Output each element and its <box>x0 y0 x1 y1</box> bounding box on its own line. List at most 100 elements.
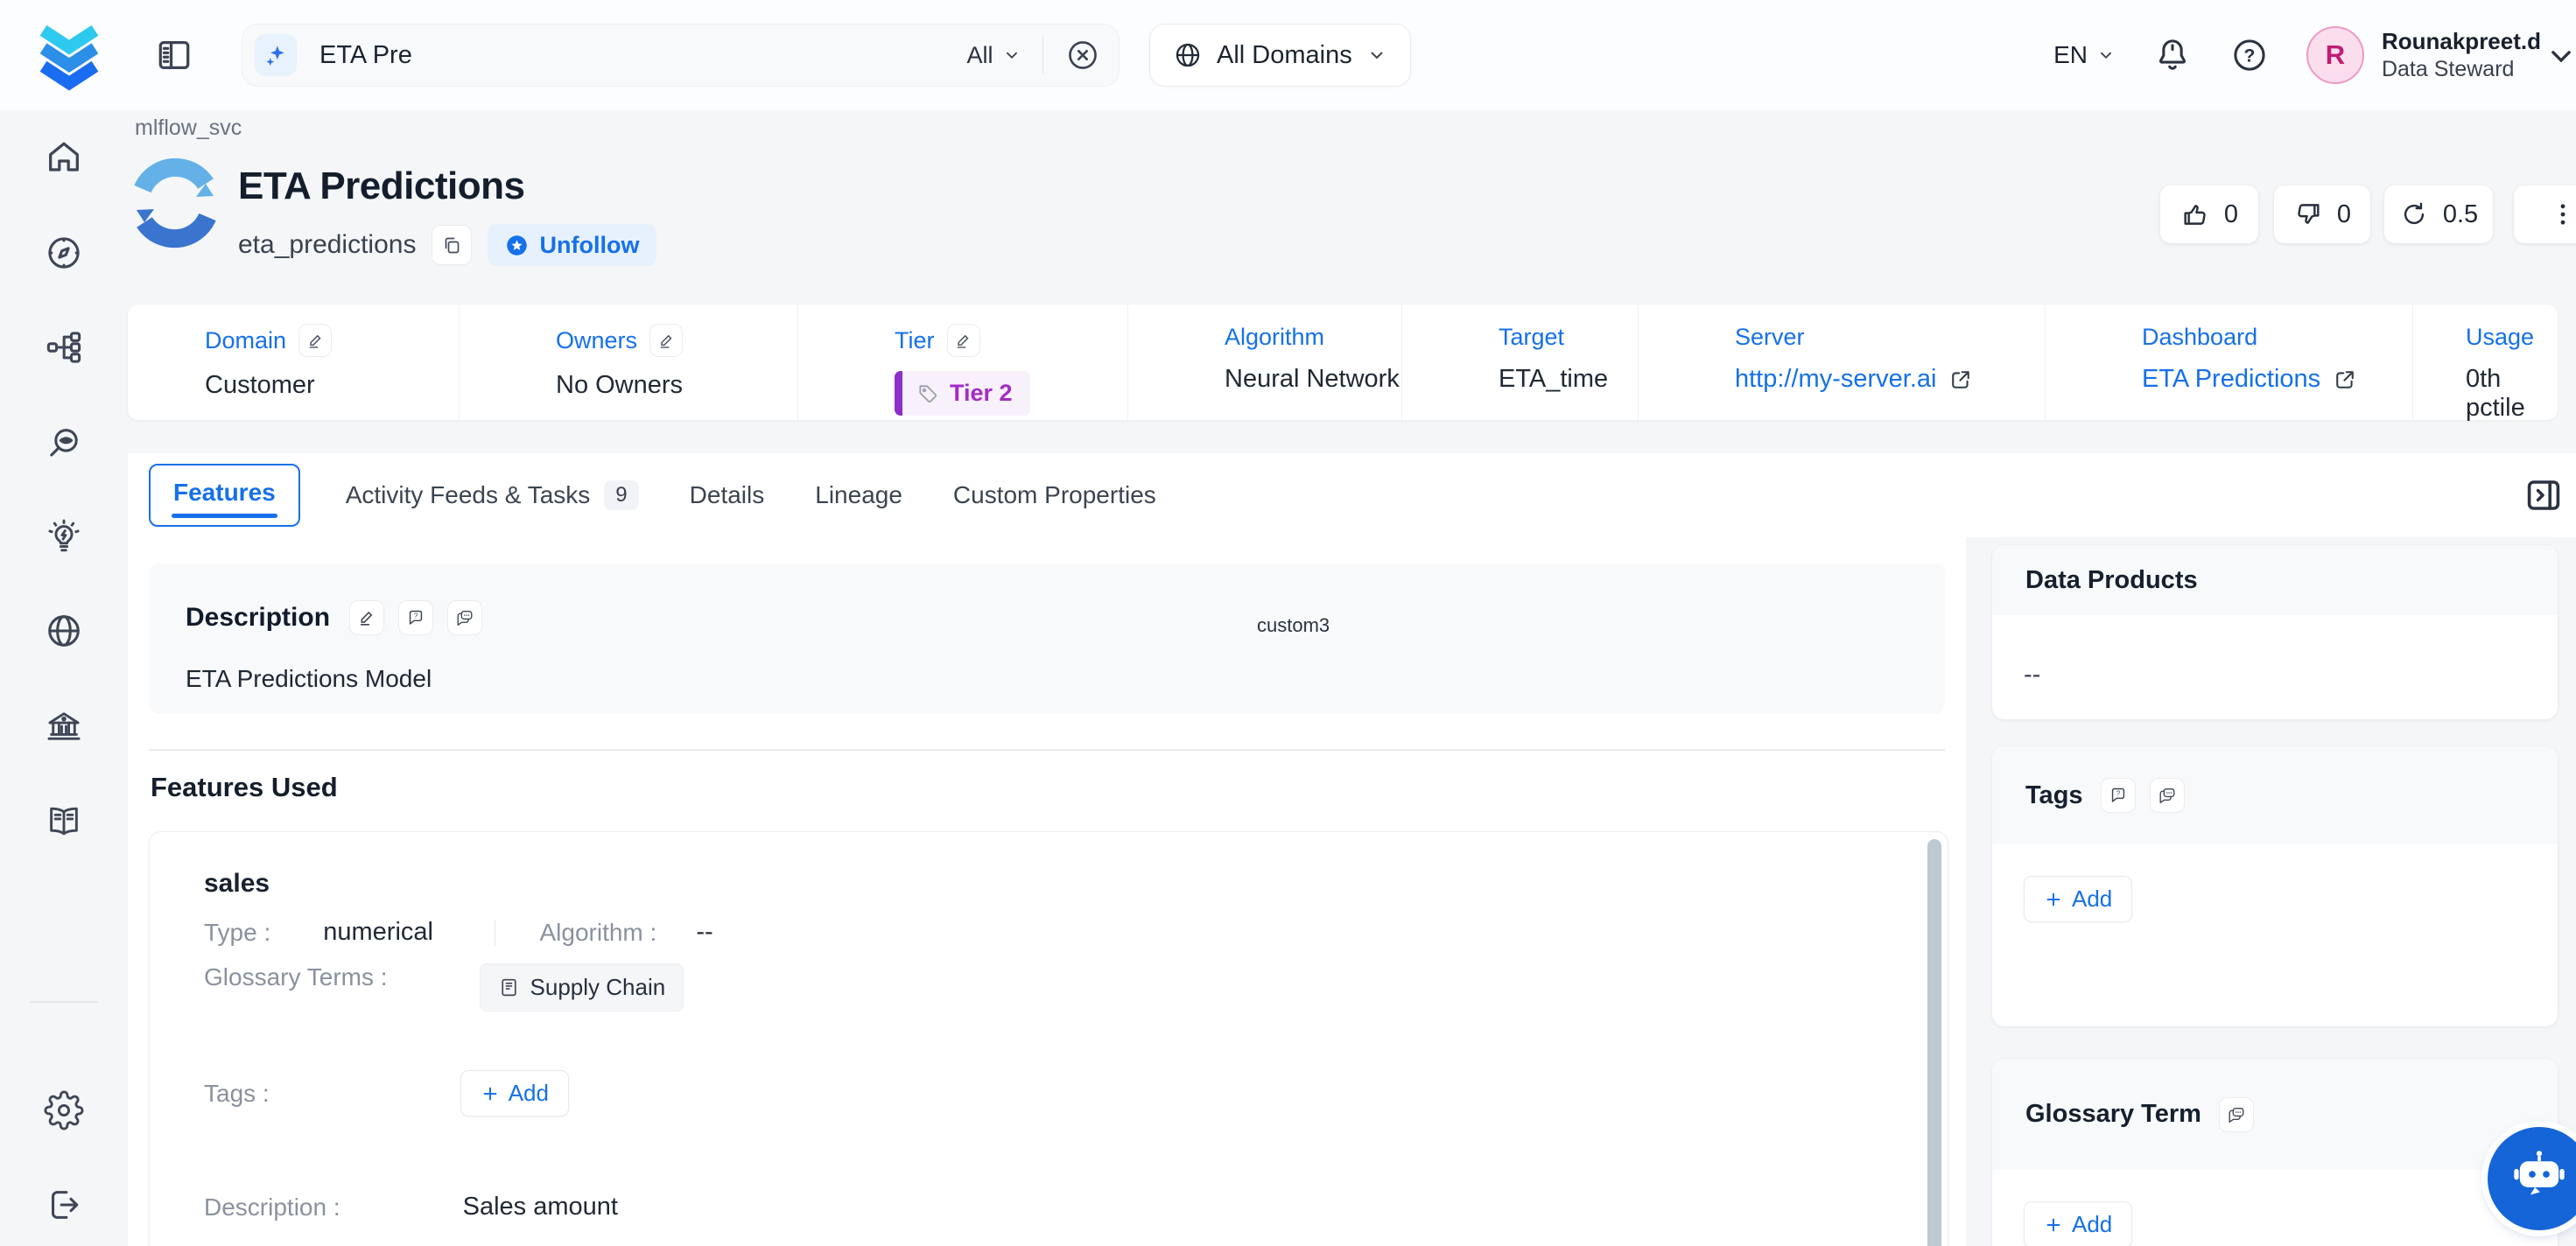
tag-icon <box>916 382 939 405</box>
domain-label: Domain <box>205 327 286 354</box>
edit-domain-button[interactable] <box>298 324 332 357</box>
breadcrumb[interactable]: mlflow_svc <box>135 116 242 141</box>
search-input[interactable] <box>319 41 966 70</box>
user-menu-chevron-icon[interactable] <box>2544 38 2576 74</box>
upvote-count: 0 <box>2224 200 2238 229</box>
sidebar-observability-icon[interactable] <box>44 424 84 464</box>
notifications-bell-icon[interactable] <box>2152 35 2193 75</box>
tags-conversations-icon[interactable] <box>2150 778 2185 813</box>
plus-icon <box>2044 1215 2063 1235</box>
metadata-owners: Owners No Owners <box>459 304 797 423</box>
metadata-server: Server http://my-server.ai <box>1638 304 2045 423</box>
search-scope-dropdown[interactable]: All <box>966 42 1021 69</box>
clear-search-icon[interactable] <box>1064 37 1101 74</box>
domain-value[interactable]: Customer <box>205 371 459 400</box>
ai-sparkle-icon[interactable] <box>255 34 297 76</box>
metadata-target: Target ETA_time <box>1401 304 1638 423</box>
external-link-icon <box>1948 368 1973 392</box>
unfollow-button[interactable]: Unfollow <box>488 224 656 266</box>
feature-algorithm-value: -- <box>696 918 712 947</box>
header-right-group: EN ? R Rounakpreet.d Data Steward <box>2053 26 2576 84</box>
target-value: ETA_time <box>1499 365 1638 394</box>
tab-details-label: Details <box>690 481 765 509</box>
feature-tags-row: Tags : Add <box>204 1070 569 1116</box>
sidebar-domains-icon[interactable] <box>44 611 84 651</box>
language-selector[interactable]: EN <box>2053 41 2116 69</box>
server-link[interactable]: http://my-server.ai <box>1735 365 1936 394</box>
tab-features[interactable]: Features <box>149 464 300 527</box>
sidebar-insights-icon[interactable] <box>44 518 84 558</box>
custom-property-floating-text: custom3 <box>1257 614 1330 637</box>
tab-custom-properties[interactable]: Custom Properties <box>953 481 1156 509</box>
version-history-button[interactable]: 0.5 <box>2384 186 2493 243</box>
sidebar-toggle-icon[interactable] <box>154 35 194 75</box>
sidebar-glossary-icon[interactable] <box>44 802 84 842</box>
tab-features-label: Features <box>173 479 276 507</box>
tab-custom-properties-label: Custom Properties <box>953 481 1156 509</box>
feature-card-sales: sales Type : numerical Algorithm : -- Gl… <box>149 831 1948 1246</box>
upvote-button[interactable]: 0 <box>2160 186 2258 243</box>
entity-name: eta_predictions <box>238 230 416 260</box>
request-tags-icon[interactable]: ? <box>2101 778 2136 813</box>
tab-details[interactable]: Details <box>690 481 765 509</box>
help-icon[interactable]: ? <box>2229 35 2270 75</box>
sidebar-settings-icon[interactable] <box>44 1090 84 1130</box>
avatar[interactable]: R <box>2306 26 2364 84</box>
svg-text:?: ? <box>2244 46 2256 66</box>
metadata-algorithm: Algorithm Neural Network <box>1127 304 1401 423</box>
domain-filter-dropdown[interactable]: All Domains <box>1149 24 1411 87</box>
request-description-icon[interactable]: ? <box>398 600 433 635</box>
dashboard-link[interactable]: ETA Predictions <box>2142 365 2320 394</box>
server-label: Server <box>1735 324 1805 351</box>
user-menu[interactable]: R Rounakpreet.d Data Steward <box>2306 26 2541 84</box>
main-content: mlflow_svc ETA Predictions eta_predictio… <box>128 110 2576 1246</box>
top-header: All All Domains EN ? <box>0 0 2576 110</box>
description-title: Description <box>186 603 330 633</box>
version-number: 0.5 <box>2443 200 2478 229</box>
dashboard-label: Dashboard <box>2142 324 2257 351</box>
tags-title: Tags <box>2025 781 2083 810</box>
sidebar-data-assets-icon[interactable] <box>44 327 84 368</box>
usage-value: 0th pctile <box>2466 365 2558 423</box>
chevron-down-icon <box>1002 46 1021 65</box>
glossary-terms-label: Glossary Terms : <box>204 963 388 991</box>
sidebar-home-icon[interactable] <box>44 136 84 177</box>
type-value: numerical <box>323 918 433 947</box>
feature-list-scrollbar[interactable] <box>1927 839 1941 1246</box>
edit-description-button[interactable] <box>349 600 384 635</box>
algorithm-label: Algorithm <box>1225 324 1324 351</box>
edit-owners-button[interactable] <box>649 324 683 357</box>
glossary-chip-label: Supply Chain <box>530 974 666 1001</box>
add-feature-tag-button[interactable]: Add <box>460 1070 569 1116</box>
add-tag-button[interactable]: Add <box>2024 876 2132 922</box>
more-actions-button[interactable] <box>2514 186 2576 243</box>
sidebar-govern-icon[interactable] <box>44 707 84 747</box>
tab-lineage[interactable]: Lineage <box>815 481 902 509</box>
global-search-bar[interactable]: All <box>242 24 1120 87</box>
edit-tier-button[interactable] <box>947 324 980 357</box>
entity-tabs: Features Activity Feeds & Tasks 9 Detail… <box>128 453 2576 537</box>
downvote-button[interactable]: 0 <box>2274 186 2370 243</box>
sidebar-logout-icon[interactable] <box>44 1185 84 1225</box>
tab-activity-feeds[interactable]: Activity Feeds & Tasks 9 <box>346 480 639 510</box>
collapse-right-panel-icon[interactable] <box>2523 474 2565 516</box>
plus-icon <box>481 1084 500 1103</box>
search-scope-label: All <box>966 42 993 69</box>
tier-badge[interactable]: Tier 2 <box>895 371 1030 416</box>
sidebar-explore-icon[interactable] <box>44 233 84 273</box>
copy-name-button[interactable] <box>432 225 472 265</box>
entity-metadata-card: Domain Customer Owners No Owners Tier Ti… <box>128 304 2558 420</box>
owners-value: No Owners <box>556 371 797 400</box>
downvote-count: 0 <box>2337 200 2351 229</box>
metadata-usage: Usage 0th pctile <box>2412 304 2558 423</box>
section-divider <box>149 749 1945 751</box>
chevron-down-icon <box>1366 45 1387 66</box>
tags-header: Tags ? <box>1992 746 2558 844</box>
add-glossary-term-button[interactable]: Add <box>2024 1201 2132 1246</box>
page-title: ETA Predictions <box>238 164 524 208</box>
glossary-term-chip[interactable]: Supply Chain <box>480 963 684 1012</box>
description-conversations-icon[interactable] <box>447 600 482 635</box>
glossary-conversations-icon[interactable] <box>2219 1097 2254 1132</box>
collate-logo[interactable] <box>33 18 105 93</box>
feature-description-value: Sales amount <box>463 1193 618 1222</box>
